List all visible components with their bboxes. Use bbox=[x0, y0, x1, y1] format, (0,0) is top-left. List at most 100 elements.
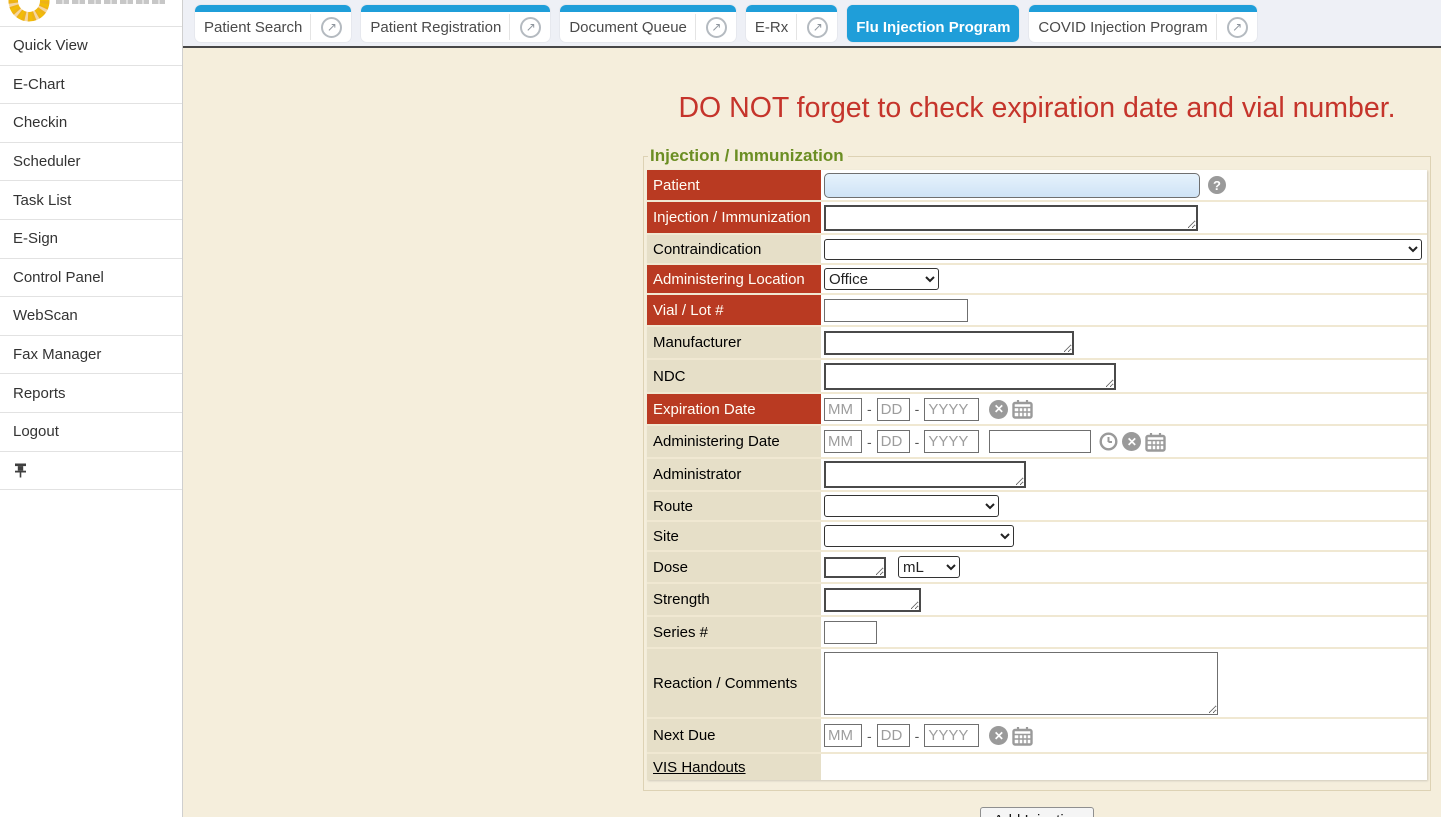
tab-divider bbox=[310, 14, 311, 40]
tab-document-queue[interactable]: Document Queue ↗ bbox=[560, 5, 736, 42]
sidebar-item-e-sign[interactable]: E-Sign bbox=[0, 220, 182, 259]
injection-immunization-textarea[interactable] bbox=[824, 205, 1198, 231]
tab-covid-injection-program[interactable]: COVID Injection Program ↗ bbox=[1029, 5, 1256, 42]
reaction-comments-textarea[interactable] bbox=[824, 652, 1218, 715]
administering-year-input[interactable] bbox=[924, 430, 979, 453]
sidebar-item-task-list[interactable]: Task List bbox=[0, 181, 182, 220]
row-contraindication: Contraindication bbox=[647, 235, 1427, 263]
sidebar-item-e-chart[interactable]: E-Chart bbox=[0, 66, 182, 105]
administering-location-select[interactable]: Office bbox=[824, 268, 939, 290]
clear-icon[interactable]: ✕ bbox=[1122, 432, 1141, 451]
expiration-day-input[interactable] bbox=[877, 398, 910, 421]
row-manufacturer: Manufacturer bbox=[647, 327, 1427, 358]
field-label-strength: Strength bbox=[647, 584, 821, 615]
tab-e-rx[interactable]: E-Rx ↗ bbox=[746, 5, 837, 42]
site-select[interactable] bbox=[824, 525, 1014, 547]
calendar-icon[interactable] bbox=[1012, 726, 1033, 746]
next-due-month-input[interactable] bbox=[824, 724, 862, 747]
vis-handouts-link[interactable]: VIS Handouts bbox=[653, 759, 746, 776]
tab-bar: Patient Search ↗ Patient Registration ↗ … bbox=[183, 0, 1441, 48]
field-label-vis-handouts: VIS Handouts bbox=[647, 754, 821, 780]
series-input[interactable] bbox=[824, 621, 877, 644]
row-strength: Strength bbox=[647, 584, 1427, 615]
administering-time-input[interactable] bbox=[989, 430, 1091, 453]
clear-icon[interactable]: ✕ bbox=[989, 726, 1008, 745]
tab-top-strip bbox=[361, 5, 550, 12]
administering-month-input[interactable] bbox=[824, 430, 862, 453]
route-select[interactable] bbox=[824, 495, 999, 517]
field-label-patient: Patient bbox=[647, 170, 821, 200]
calendar-icon[interactable] bbox=[1145, 432, 1166, 452]
dose-textarea[interactable] bbox=[824, 557, 886, 578]
tab-top-strip bbox=[746, 5, 837, 12]
tab-label: Flu Injection Program bbox=[856, 19, 1010, 36]
row-reaction-comments: Reaction / Comments bbox=[647, 649, 1427, 717]
popout-arrow-icon[interactable]: ↗ bbox=[321, 17, 342, 38]
popout-arrow-icon[interactable]: ↗ bbox=[807, 17, 828, 38]
row-site: Site bbox=[647, 522, 1427, 550]
help-icon[interactable]: ? bbox=[1208, 176, 1226, 194]
tab-flu-injection-program[interactable]: Flu Injection Program bbox=[847, 5, 1019, 42]
row-patient: Patient ? bbox=[647, 170, 1427, 200]
add-injection-button[interactable]: Add Injection bbox=[980, 807, 1095, 817]
administering-day-input[interactable] bbox=[877, 430, 910, 453]
clock-icon[interactable] bbox=[1099, 432, 1118, 451]
warning-message: DO NOT forget to check expiration date a… bbox=[643, 92, 1431, 125]
popout-arrow-icon[interactable]: ↗ bbox=[706, 17, 727, 38]
field-label-manufacturer: Manufacturer bbox=[647, 327, 821, 358]
ndc-textarea[interactable] bbox=[824, 363, 1116, 390]
sidebar-pin-row[interactable] bbox=[0, 452, 182, 490]
logo-area bbox=[0, 0, 182, 27]
sidebar-item-webscan[interactable]: WebScan bbox=[0, 297, 182, 336]
button-row: Add Injection bbox=[643, 807, 1431, 817]
next-due-day-input[interactable] bbox=[877, 724, 910, 747]
field-label-ndc: NDC bbox=[647, 360, 821, 392]
patient-input[interactable] bbox=[824, 173, 1200, 198]
field-label-administering-location: Administering Location bbox=[647, 265, 821, 293]
row-expiration-date: Expiration Date - - ✕ bbox=[647, 394, 1427, 424]
row-administrator: Administrator bbox=[647, 459, 1427, 490]
tab-top-strip bbox=[1029, 5, 1256, 12]
sidebar-item-scheduler[interactable]: Scheduler bbox=[0, 143, 182, 182]
next-due-year-input[interactable] bbox=[924, 724, 979, 747]
injection-form-table: Patient ? Injection / Immunization bbox=[647, 170, 1427, 780]
sidebar-item-fax-manager[interactable]: Fax Manager bbox=[0, 336, 182, 375]
calendar-icon[interactable] bbox=[1012, 399, 1033, 419]
sidebar-item-reports[interactable]: Reports bbox=[0, 374, 182, 413]
row-administering-location: Administering Location Office bbox=[647, 265, 1427, 293]
sidebar-item-control-panel[interactable]: Control Panel bbox=[0, 259, 182, 298]
pin-icon[interactable] bbox=[14, 463, 27, 478]
date-separator: - bbox=[915, 728, 920, 744]
tab-patient-search[interactable]: Patient Search ↗ bbox=[195, 5, 351, 42]
tab-top-strip bbox=[560, 5, 736, 12]
date-separator: - bbox=[867, 728, 872, 744]
field-label-series: Series # bbox=[647, 617, 821, 647]
vial-lot-input[interactable] bbox=[824, 299, 968, 322]
dose-unit-select[interactable]: mL bbox=[898, 556, 960, 578]
main-area: Patient Search ↗ Patient Registration ↗ … bbox=[183, 0, 1441, 817]
tab-label: E-Rx bbox=[755, 19, 788, 36]
date-separator: - bbox=[867, 434, 872, 450]
tab-label: Patient Registration bbox=[370, 19, 501, 36]
row-vial-lot: Vial / Lot # bbox=[647, 295, 1427, 325]
field-label-reaction-comments: Reaction / Comments bbox=[647, 649, 821, 717]
sidebar-item-logout[interactable]: Logout bbox=[0, 413, 182, 452]
contraindication-select[interactable] bbox=[824, 239, 1422, 260]
strength-textarea[interactable] bbox=[824, 588, 921, 612]
date-separator: - bbox=[915, 434, 920, 450]
row-ndc: NDC bbox=[647, 360, 1427, 392]
popout-arrow-icon[interactable]: ↗ bbox=[1227, 17, 1248, 38]
sidebar-item-checkin[interactable]: Checkin bbox=[0, 104, 182, 143]
popout-arrow-icon[interactable]: ↗ bbox=[520, 17, 541, 38]
administrator-textarea[interactable] bbox=[824, 461, 1026, 488]
tab-label: Patient Search bbox=[204, 19, 302, 36]
row-administering-date: Administering Date - - bbox=[647, 426, 1427, 457]
field-label-route: Route bbox=[647, 492, 821, 520]
expiration-year-input[interactable] bbox=[924, 398, 979, 421]
tab-patient-registration[interactable]: Patient Registration ↗ bbox=[361, 5, 550, 42]
clear-icon[interactable]: ✕ bbox=[989, 400, 1008, 419]
expiration-month-input[interactable] bbox=[824, 398, 862, 421]
field-label-injection-immunization: Injection / Immunization bbox=[647, 202, 821, 233]
manufacturer-textarea[interactable] bbox=[824, 331, 1074, 355]
sidebar-item-quick-view[interactable]: Quick View bbox=[0, 27, 182, 66]
